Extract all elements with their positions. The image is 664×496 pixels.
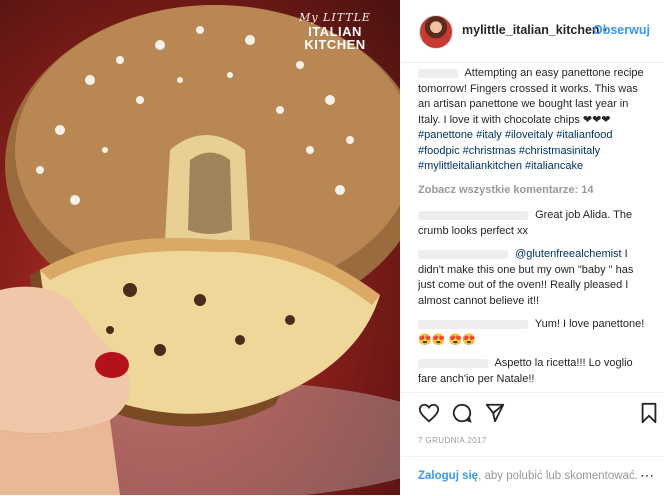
comment-username-placeholder — [418, 358, 488, 368]
comment-username-placeholder — [418, 249, 508, 259]
watermark-line2: ITALIAN KITCHEN — [304, 24, 366, 52]
login-prompt: Zaloguj się, aby polubić lub skomentować… — [418, 470, 638, 482]
more-options-icon[interactable]: ⋯ — [640, 467, 654, 484]
post-photo: My LITTLE ITALIAN KITCHEN — [0, 0, 400, 495]
username-text[interactable]: mylittle_italian_kitchen — [462, 23, 600, 37]
comment-icon[interactable] — [451, 402, 473, 424]
comment-username-placeholder — [418, 319, 528, 329]
view-all-comments-link[interactable]: Zobacz wszystkie komentarze: 14 — [418, 183, 648, 199]
comment: Great job Alida. The crumb looks perfect… — [418, 208, 648, 239]
comment-username-placeholder — [418, 210, 528, 220]
heart-icon[interactable] — [418, 402, 440, 424]
comment: @glutenfreealchemist I didn't make this … — [418, 247, 648, 309]
follow-button[interactable]: Obserwuj — [593, 23, 650, 37]
comment: Aspetto la ricetta!!! Lo voglio fare anc… — [418, 356, 648, 387]
username-link[interactable]: mylittle_italian_kitchen • — [462, 23, 610, 37]
share-icon[interactable] — [484, 402, 506, 424]
post-sidebar: mylittle_italian_kitchen • Obserwuj Attem… — [400, 0, 664, 495]
avatar[interactable] — [419, 15, 453, 49]
panettone-image — [0, 5, 400, 495]
login-link[interactable]: Zaloguj się — [418, 470, 478, 482]
watermark: My LITTLE ITALIAN KITCHEN — [280, 12, 390, 51]
comment-mention[interactable]: @glutenfreealchemist — [515, 248, 622, 260]
comments-section: Attempting an easy panettone recipe tomo… — [418, 66, 648, 391]
watermark-line1: My LITTLE — [299, 11, 371, 24]
login-prompt-text: , aby polubić lub skomentować. — [478, 470, 638, 482]
caption-username-placeholder — [418, 68, 458, 78]
comment: Yum! I love panettone! 😍😍 😍😍 — [418, 317, 648, 348]
post-date: 7 GRUDNIA 2017 — [418, 436, 487, 445]
caption: Attempting an easy panettone recipe tomo… — [418, 66, 648, 175]
login-footer: Zaloguj się, aby polubić lub skomentować… — [400, 456, 664, 496]
post-header: mylittle_italian_kitchen • Obserwuj — [400, 0, 664, 63]
action-bar — [400, 392, 664, 433]
caption-hashtags[interactable]: #panettone #italy #iloveitaly #italianfo… — [418, 129, 612, 172]
bookmark-icon[interactable] — [638, 402, 660, 424]
